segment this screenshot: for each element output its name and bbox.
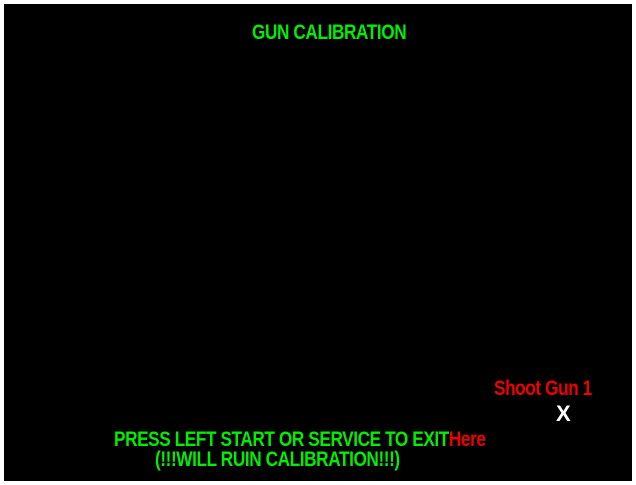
screen-title: GUN CALIBRATION <box>252 21 407 44</box>
game-frame: GUN CALIBRATION Shoot Gun 1 X PRESS LEFT… <box>0 0 636 485</box>
shoot-target-label: Shoot Gun 1 <box>494 377 592 400</box>
calibration-target-marker[interactable]: X <box>556 403 571 425</box>
calibration-screen[interactable]: GUN CALIBRATION Shoot Gun 1 X PRESS LEFT… <box>4 4 632 481</box>
shoot-target-here-label: Here <box>448 428 486 451</box>
calibration-warning: (!!!WILL RUIN CALIBRATION!!!) <box>155 448 400 471</box>
exit-instruction: PRESS LEFT START OR SERVICE TO EXITHere <box>114 429 486 450</box>
